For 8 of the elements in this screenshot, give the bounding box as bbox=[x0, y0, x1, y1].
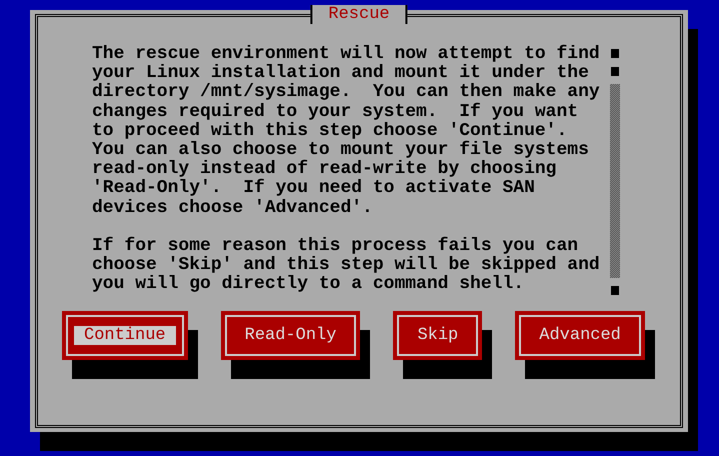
message-paragraph: If for some reason this process fails you can choose 'Skip' and this step will be skipped and you will go directly to a command shell. bbox=[92, 237, 600, 295]
dialog-button[interactable]: Advanced bbox=[515, 311, 645, 360]
scrollbar[interactable] bbox=[610, 49, 620, 295]
dialog-button[interactable]: Continue bbox=[62, 311, 188, 360]
dialog-button[interactable]: Read-Only bbox=[220, 311, 360, 360]
dialog-title: Rescue bbox=[310, 5, 408, 24]
dialog-button[interactable]: Skip bbox=[393, 311, 482, 360]
message-paragraph: The rescue environment will now attempt to find your Linux installation and mount it under the directory /mnt/sysimage. You can then make any changes required to your system. If you want to proceed with this step choose 'Continue'. You can also choose to mount your file systems read-only instead of read-write by choosing 'Read-Only'. If you need to activate SAN devices choose 'Advanced'. bbox=[92, 45, 600, 218]
